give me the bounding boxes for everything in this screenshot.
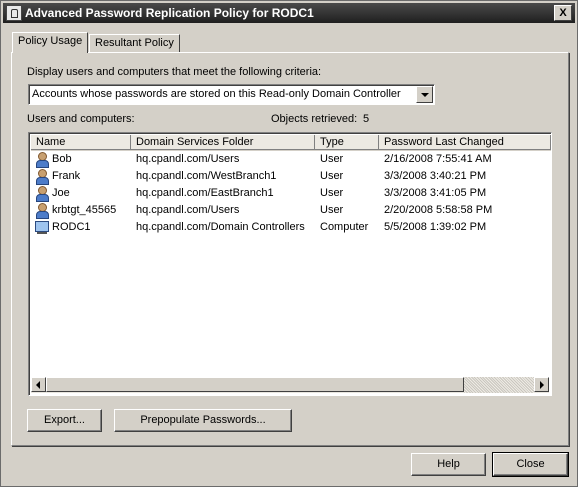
row-name: Joe xyxy=(52,187,70,199)
dialog-window: Advanced Password Replication Policy for… xyxy=(0,0,578,487)
user-icon xyxy=(35,186,49,202)
row-folder: hq.cpandl.com/WestBranch1 xyxy=(136,170,277,182)
scroll-thumb[interactable] xyxy=(46,377,464,392)
title-close-button[interactable]: X xyxy=(554,5,572,21)
tab-policy-usage[interactable]: Policy Usage xyxy=(12,32,89,53)
dropdown-arrow-icon[interactable] xyxy=(416,86,433,103)
list-header: Name Domain Services Folder Type Passwor… xyxy=(31,135,551,151)
horizontal-scrollbar[interactable] xyxy=(31,377,549,393)
row-name: krbtgt_45565 xyxy=(52,204,117,216)
column-header-name[interactable]: Name xyxy=(31,135,131,150)
criteria-selected-value: Accounts whose passwords are stored on t… xyxy=(32,88,401,100)
row-name: Frank xyxy=(52,170,81,182)
row-type: User xyxy=(320,153,344,165)
column-header-type[interactable]: Type xyxy=(315,135,379,150)
table-row[interactable]: Frank hq.cpandl.com/WestBranch1 User 3/3… xyxy=(31,168,549,185)
row-type: User xyxy=(320,204,344,216)
export-button[interactable]: Export... xyxy=(27,409,102,432)
table-row[interactable]: Joe hq.cpandl.com/EastBranch1 User 3/3/2… xyxy=(31,185,549,202)
close-button[interactable]: Close xyxy=(492,452,569,477)
accounts-list[interactable]: Name Domain Services Folder Type Passwor… xyxy=(28,132,552,396)
objects-retrieved-count: 5 xyxy=(363,113,370,125)
row-password-changed: 2/20/2008 5:58:58 PM xyxy=(384,204,493,216)
window-title: Advanced Password Replication Policy for… xyxy=(25,6,314,20)
title-bar[interactable]: Advanced Password Replication Policy for… xyxy=(3,3,575,23)
users-computers-label: Users and computers: xyxy=(27,113,135,125)
row-name: Bob xyxy=(52,153,72,165)
row-password-changed: 2/16/2008 7:55:41 AM xyxy=(384,153,492,165)
row-password-changed: 5/5/2008 1:39:02 PM xyxy=(384,221,487,233)
column-header-folder[interactable]: Domain Services Folder xyxy=(131,135,315,150)
table-row[interactable]: krbtgt_45565 hq.cpandl.com/Users User 2/… xyxy=(31,202,549,219)
row-password-changed: 3/3/2008 3:41:05 PM xyxy=(384,187,487,199)
criteria-label: Display users and computers that meet th… xyxy=(27,66,322,78)
row-folder: hq.cpandl.com/EastBranch1 xyxy=(136,187,274,199)
column-header-password-changed[interactable]: Password Last Changed xyxy=(379,135,551,150)
user-icon xyxy=(35,203,49,219)
help-button[interactable]: Help xyxy=(411,453,486,476)
scroll-left-icon[interactable] xyxy=(31,377,46,392)
computer-icon xyxy=(35,220,49,235)
prepopulate-passwords-button[interactable]: Prepopulate Passwords... xyxy=(114,409,292,432)
tab-resultant-policy[interactable]: Resultant Policy xyxy=(89,34,180,53)
table-row[interactable]: Bob hq.cpandl.com/Users User 2/16/2008 7… xyxy=(31,151,549,168)
row-folder: hq.cpandl.com/Domain Controllers xyxy=(136,221,305,233)
row-folder: hq.cpandl.com/Users xyxy=(136,204,240,216)
criteria-dropdown[interactable]: Accounts whose passwords are stored on t… xyxy=(28,84,435,105)
user-icon xyxy=(35,152,49,168)
scroll-track[interactable] xyxy=(464,377,534,393)
row-type: User xyxy=(320,170,344,182)
objects-retrieved-label: Objects retrieved: xyxy=(271,113,358,125)
row-name: RODC1 xyxy=(52,221,91,233)
user-icon xyxy=(35,169,49,185)
tab-panel: Display users and computers that meet th… xyxy=(11,52,569,446)
scroll-right-icon[interactable] xyxy=(534,377,549,392)
row-folder: hq.cpandl.com/Users xyxy=(136,153,240,165)
table-row[interactable]: RODC1 hq.cpandl.com/Domain Controllers C… xyxy=(31,219,549,236)
row-password-changed: 3/3/2008 3:40:21 PM xyxy=(384,170,487,182)
row-type: User xyxy=(320,187,344,199)
app-icon xyxy=(6,5,22,21)
row-type: Computer xyxy=(320,221,369,233)
